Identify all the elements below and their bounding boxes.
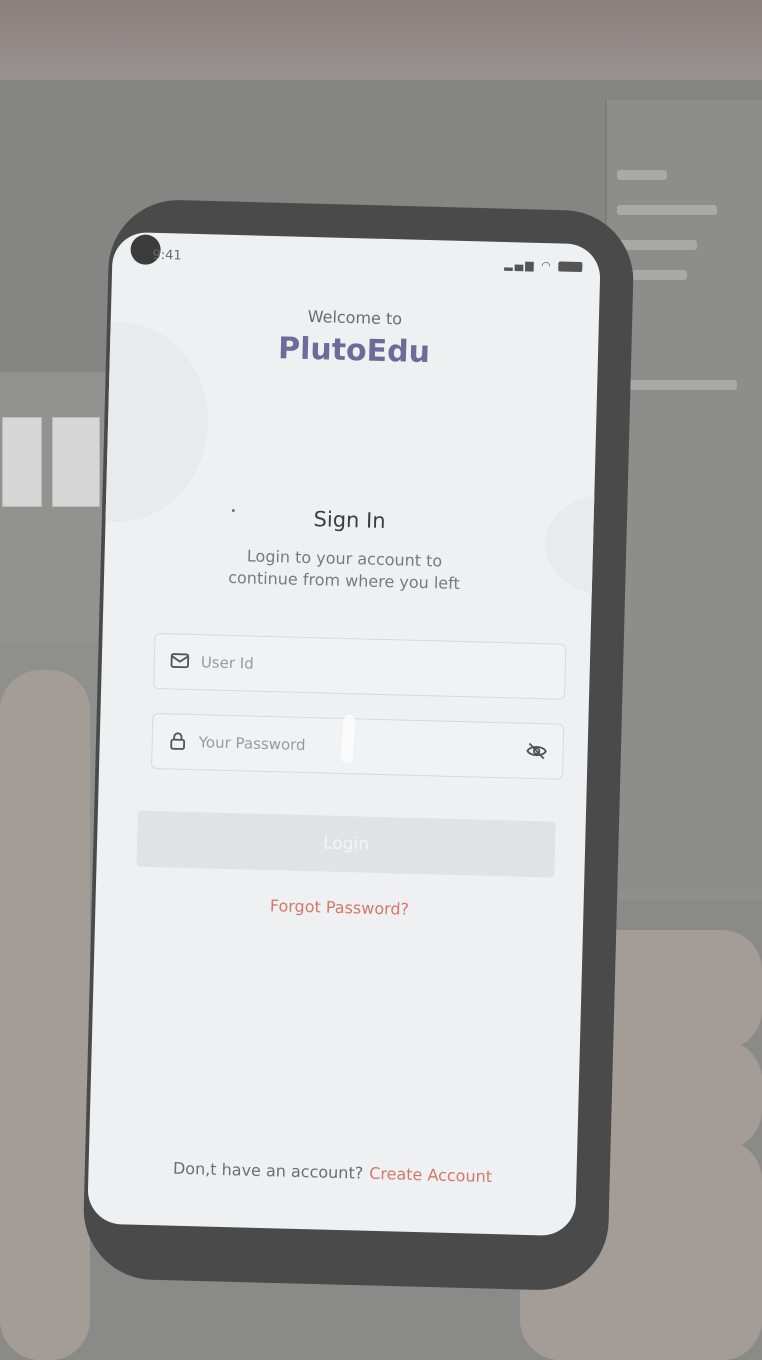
lock-icon (170, 732, 186, 750)
mail-icon (170, 653, 190, 669)
signin-subtitle: Login to your account to continue from w… (164, 543, 525, 596)
background-thumbnails (0, 372, 110, 642)
password-field[interactable] (151, 712, 565, 780)
battery-icon (558, 261, 583, 273)
background-thumb (2, 417, 42, 507)
background-panel-line (617, 205, 717, 215)
status-time: 9:41 (152, 247, 182, 264)
signal-icon: ▂▄▆ (504, 258, 536, 272)
signin-title: Sign In (313, 507, 386, 534)
wifi-icon: ◠ (541, 259, 553, 273)
hand-left (0, 670, 90, 1360)
create-account-link[interactable]: Create Account (369, 1164, 492, 1186)
user-id-input[interactable] (198, 635, 504, 698)
background-panel-line (617, 170, 667, 180)
background-panel-line (617, 240, 697, 250)
eye-off-icon[interactable] (524, 740, 549, 763)
background-panel-line (617, 380, 737, 390)
login-button[interactable]: Login (136, 810, 556, 878)
user-id-field[interactable] (153, 633, 567, 700)
background-thumb (52, 417, 100, 507)
signup-prompt: Don,t have an account? Create Account (88, 1156, 576, 1188)
status-icons: ▂▄▆ ◠ (504, 258, 583, 273)
background-panel (605, 100, 762, 890)
no-account-text: Don,t have an account? (172, 1158, 364, 1183)
forgot-password-link[interactable]: Forgot Password? (95, 892, 583, 924)
